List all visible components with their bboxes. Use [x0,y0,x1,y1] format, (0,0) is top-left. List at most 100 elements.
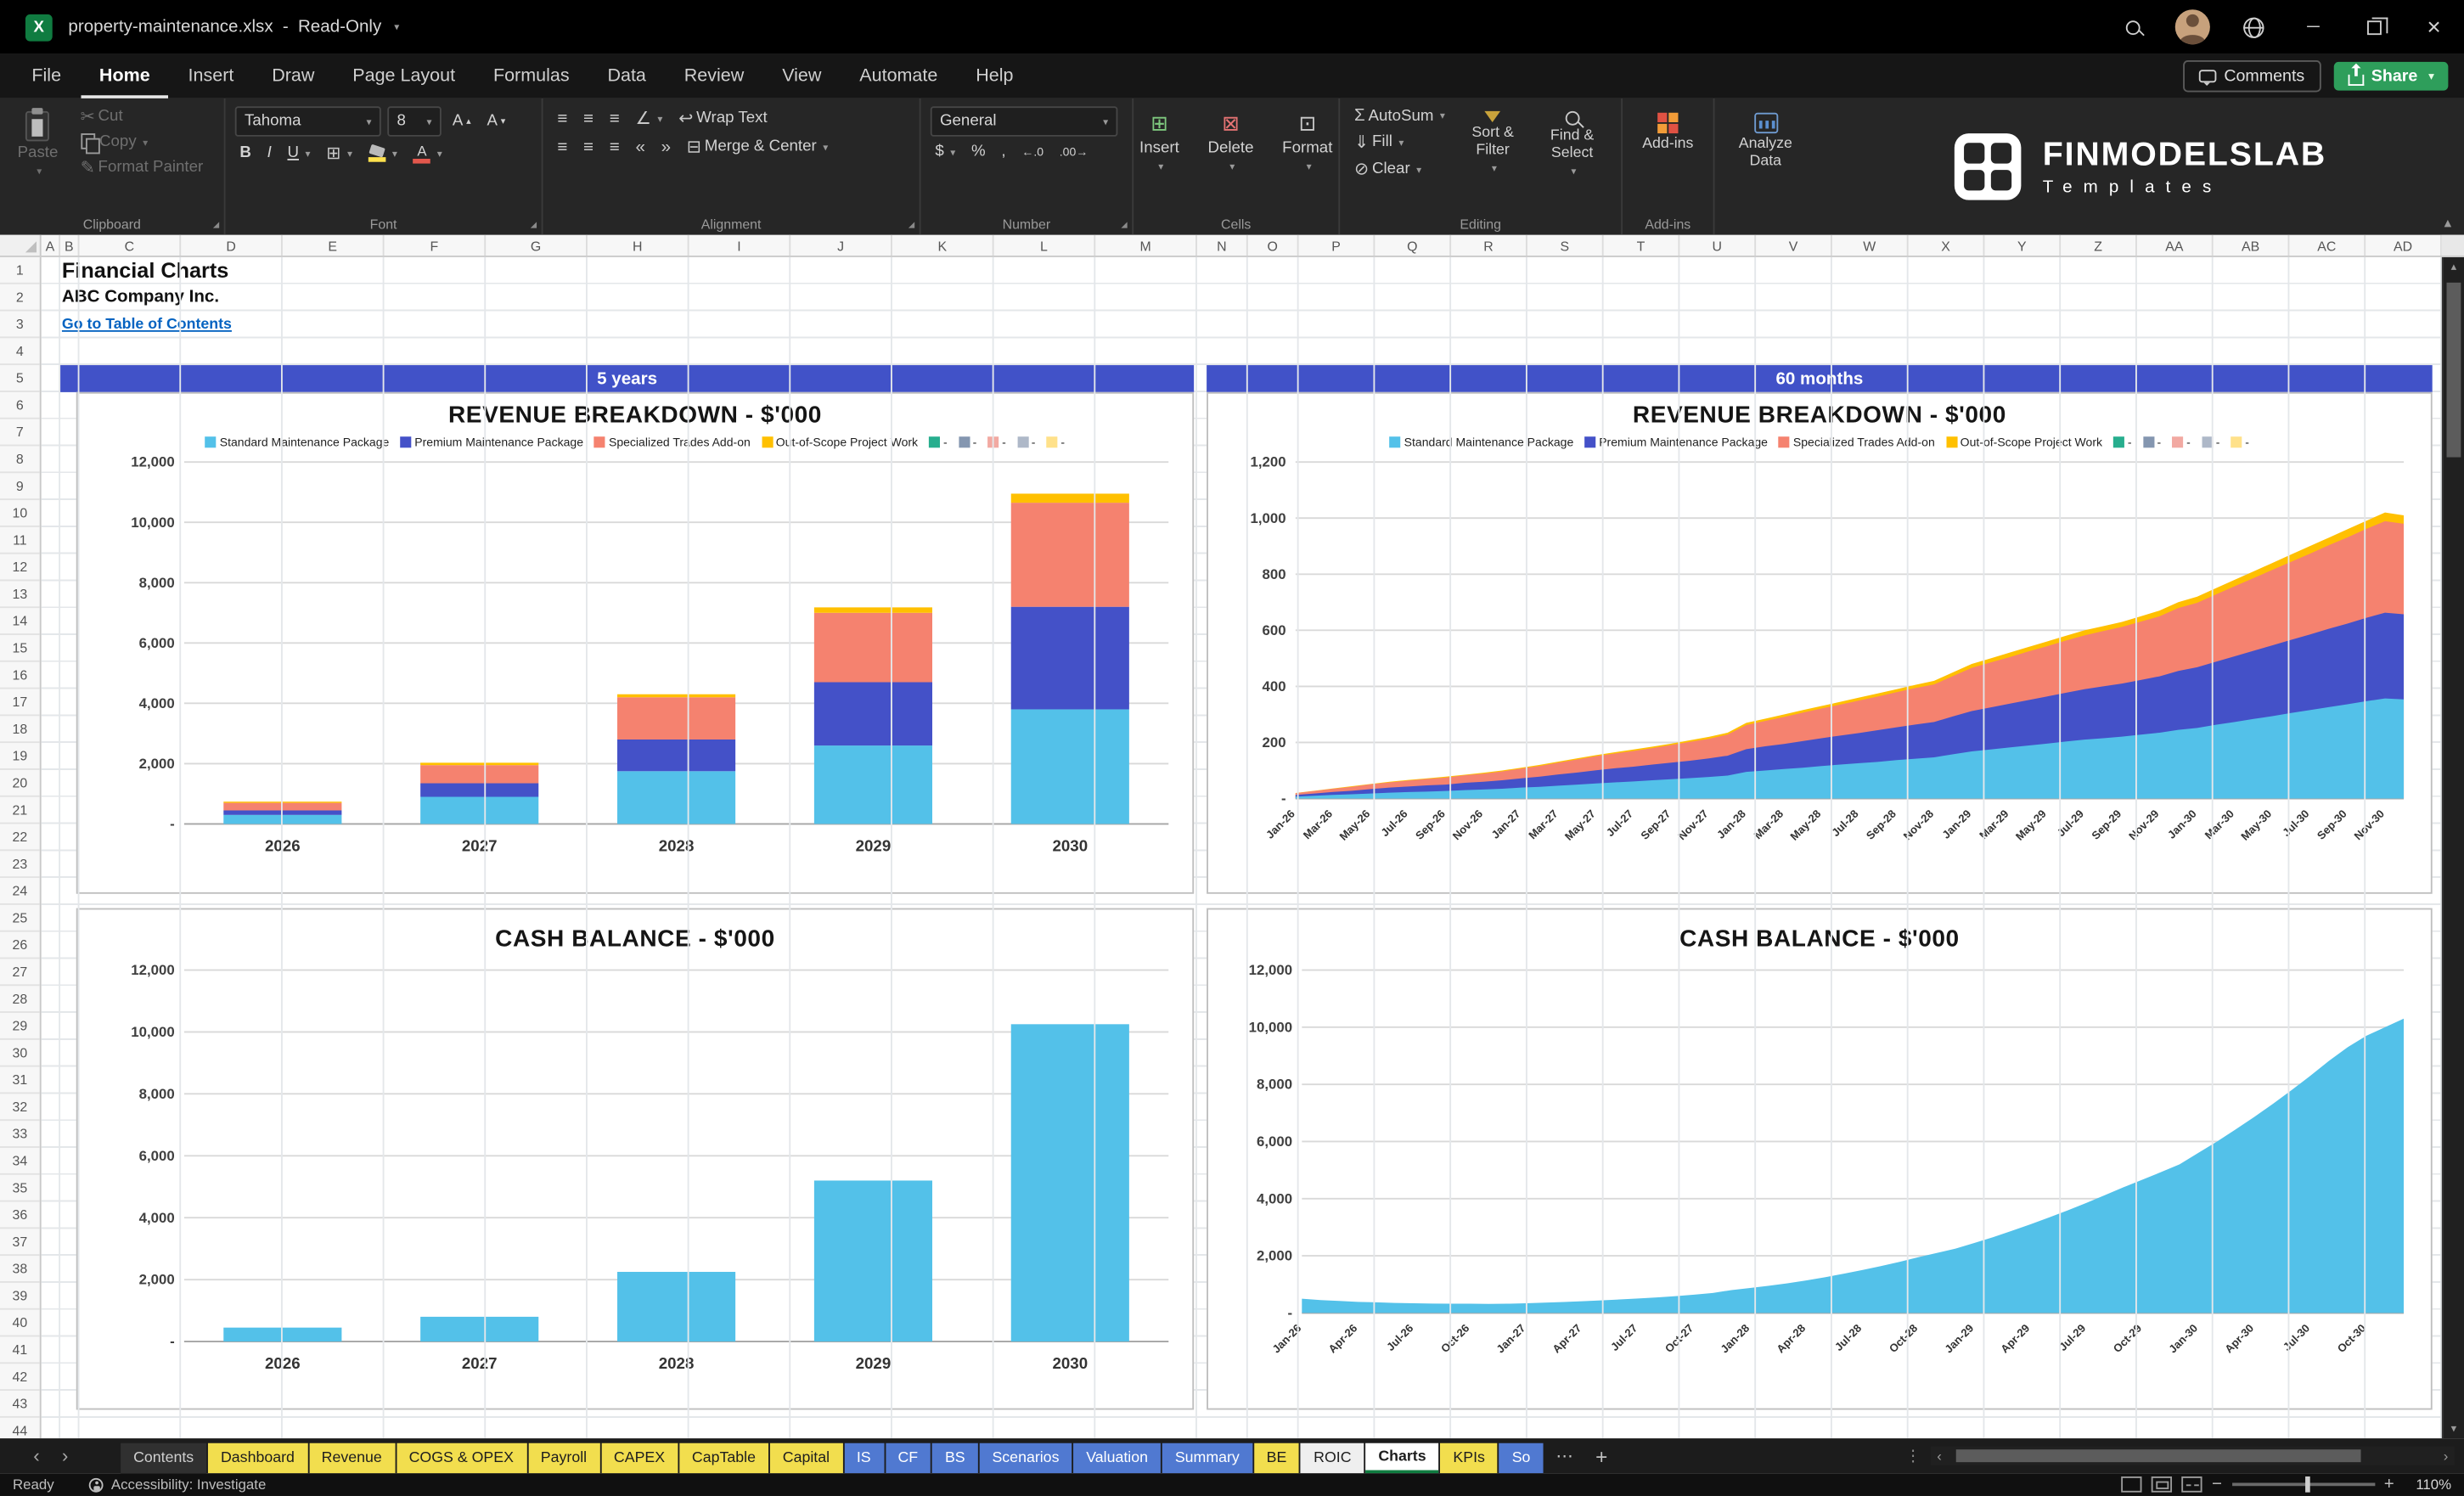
sheet-tab-kpis[interactable]: KPIs [1440,1443,1498,1474]
row-header-38[interactable]: 38 [0,1256,40,1283]
share-dropdown-chevron[interactable]: ▾ [2428,70,2433,82]
column-header-p[interactable]: P [1299,234,1375,256]
font-color-button[interactable]: A ▾ [408,142,447,164]
column-header-e[interactable]: E [283,234,385,256]
column-header-n[interactable]: N [1197,234,1248,256]
increase-font-button[interactable]: A ▴ [447,111,475,132]
column-header-o[interactable]: O [1248,234,1299,256]
sheet-tab-is[interactable]: IS [843,1443,884,1474]
row-header-30[interactable]: 30 [0,1040,40,1067]
align-middle-button[interactable]: ≡ [578,107,598,129]
column-header-ab[interactable]: AB [2214,234,2290,256]
minimize-button[interactable]: ─ [2283,0,2343,54]
scroll-up-icon[interactable]: ▴ [2444,261,2464,273]
page-break-view-button[interactable] [2181,1476,2202,1493]
row-header-13[interactable]: 13 [0,581,40,609]
add-ins-button[interactable]: Add-ins [1631,106,1704,154]
column-header-j[interactable]: J [790,234,892,256]
horizontal-scrollbar[interactable]: ‹ › [1930,1446,2455,1465]
account-button[interactable] [2163,0,2223,54]
zoom-out-button[interactable]: − [2212,1475,2222,1493]
cell-financial-charts[interactable]: Financial Charts [62,257,228,286]
autosum-button[interactable]: Σ AutoSum ▾ [1349,104,1449,127]
sheet-nav-right-icon[interactable]: › [51,1445,80,1467]
sheet-tab-contents[interactable]: Contents [121,1443,207,1474]
sheet-tab-summary[interactable]: Summary [1162,1443,1252,1474]
row-header-34[interactable]: 34 [0,1148,40,1175]
fill-button[interactable]: ⇓ Fill ▾ [1349,130,1449,154]
sheet-tab-be[interactable]: BE [1253,1443,1300,1474]
underline-button[interactable]: U ▾ [283,143,315,163]
row-header-27[interactable]: 27 [0,959,40,987]
sheet-tab-cogs-opex[interactable]: COGS & OPEX [396,1443,526,1474]
vertical-scrollbar[interactable]: ▴ ▾ [2441,256,2464,1439]
sheet-tab-capex[interactable]: CAPEX [600,1443,678,1474]
decrease-decimal-button[interactable]: .00→ [1055,143,1093,160]
sheet-tab-capital[interactable]: Capital [769,1443,843,1474]
normal-view-button[interactable] [2121,1476,2142,1493]
column-header-h[interactable]: H [588,234,689,256]
row-header-40[interactable]: 40 [0,1310,40,1337]
row-header-17[interactable]: 17 [0,689,40,717]
comments-button[interactable]: Comments [2182,60,2321,93]
column-header-q[interactable]: Q [1375,234,1452,256]
new-sheet-button[interactable]: + [1584,1444,1618,1468]
cut-button[interactable]: ✂ Cut [76,104,208,128]
sheet-tab-roic[interactable]: ROIC [1301,1443,1364,1474]
column-header-u[interactable]: U [1679,234,1757,256]
ribbon-tab-automate[interactable]: Automate [841,54,957,98]
row-header-22[interactable]: 22 [0,824,40,852]
align-left-button[interactable]: ≡ [553,136,572,158]
row-header-31[interactable]: 31 [0,1067,40,1094]
column-header-c[interactable]: C [79,234,182,256]
find-select-button[interactable]: Find & Select ▾ [1536,104,1609,178]
row-header-18[interactable]: 18 [0,716,40,744]
column-header-k[interactable]: K [892,234,994,256]
column-header-t[interactable]: T [1604,234,1680,256]
sheet-nav-left-icon[interactable]: ‹ [22,1445,51,1467]
ribbon-tab-page-layout[interactable]: Page Layout [334,54,475,98]
sheet-tab-charts[interactable]: Charts [1365,1443,1439,1474]
sheet-tab-cf[interactable]: CF [885,1443,931,1474]
ribbon-tab-formulas[interactable]: Formulas [475,54,589,98]
column-header-y[interactable]: Y [1984,234,2062,256]
zoom-slider-thumb[interactable] [2305,1476,2311,1493]
italic-button[interactable]: I [262,143,276,163]
sheet-tab-payroll[interactable]: Payroll [527,1443,600,1474]
ribbon-tab-insert[interactable]: Insert [169,54,253,98]
row-header-21[interactable]: 21 [0,797,40,824]
merge-center-button[interactable]: ⊟ Merge & Center ▾ [682,135,833,159]
cell-grid[interactable]: Financial Charts ABC Company Inc. Go to … [41,256,2442,1439]
column-header-ad[interactable]: AD [2366,234,2442,256]
align-center-button[interactable]: ≡ [578,136,598,158]
row-header-28[interactable]: 28 [0,986,40,1013]
comma-format-button[interactable]: , [997,141,1010,161]
web-options-button[interactable] [2223,0,2283,54]
clipboard-dialog-launcher[interactable]: ◢ [213,221,219,230]
search-button[interactable] [2102,0,2163,54]
font-size-select[interactable]: 8 ▾ [387,106,442,137]
ribbon-tab-data[interactable]: Data [588,54,665,98]
table-of-contents-link[interactable]: Go to Table of Contents [62,312,232,339]
sheet-tab-bs[interactable]: BS [931,1443,978,1474]
font-dialog-launcher[interactable]: ◢ [531,221,537,230]
align-top-button[interactable]: ≡ [553,107,572,129]
column-header-f[interactable]: F [385,234,487,256]
sheet-tab-revenue[interactable]: Revenue [308,1443,395,1474]
cell-company-name[interactable]: ABC Company Inc. [62,284,219,312]
format-cells-button[interactable]: ⊡ Format ▾ [1271,104,1343,173]
column-header-m[interactable]: M [1095,234,1197,256]
row-header-20[interactable]: 20 [0,770,40,797]
select-all-corner[interactable] [0,234,42,256]
column-header-s[interactable]: S [1527,234,1604,256]
row-header-3[interactable]: 3 [0,312,40,339]
sheet-tab-valuation[interactable]: Valuation [1073,1443,1161,1474]
row-header-5[interactable]: 5 [0,365,40,392]
zoom-in-button[interactable]: + [2384,1475,2394,1493]
page-layout-view-button[interactable] [2151,1476,2173,1493]
row-header-7[interactable]: 7 [0,419,40,447]
chart-revenue-breakdown-monthly[interactable]: REVENUE BREAKDOWN - $'000 Standard Maint… [1207,391,2433,894]
chart-cash-balance-monthly[interactable]: CASH BALANCE - $'000 - 2,000 4,000 6,000 8,0… [1207,908,2433,1410]
column-header-w[interactable]: W [1832,234,1909,256]
collapse-ribbon-button[interactable]: ▴ [2444,214,2451,232]
